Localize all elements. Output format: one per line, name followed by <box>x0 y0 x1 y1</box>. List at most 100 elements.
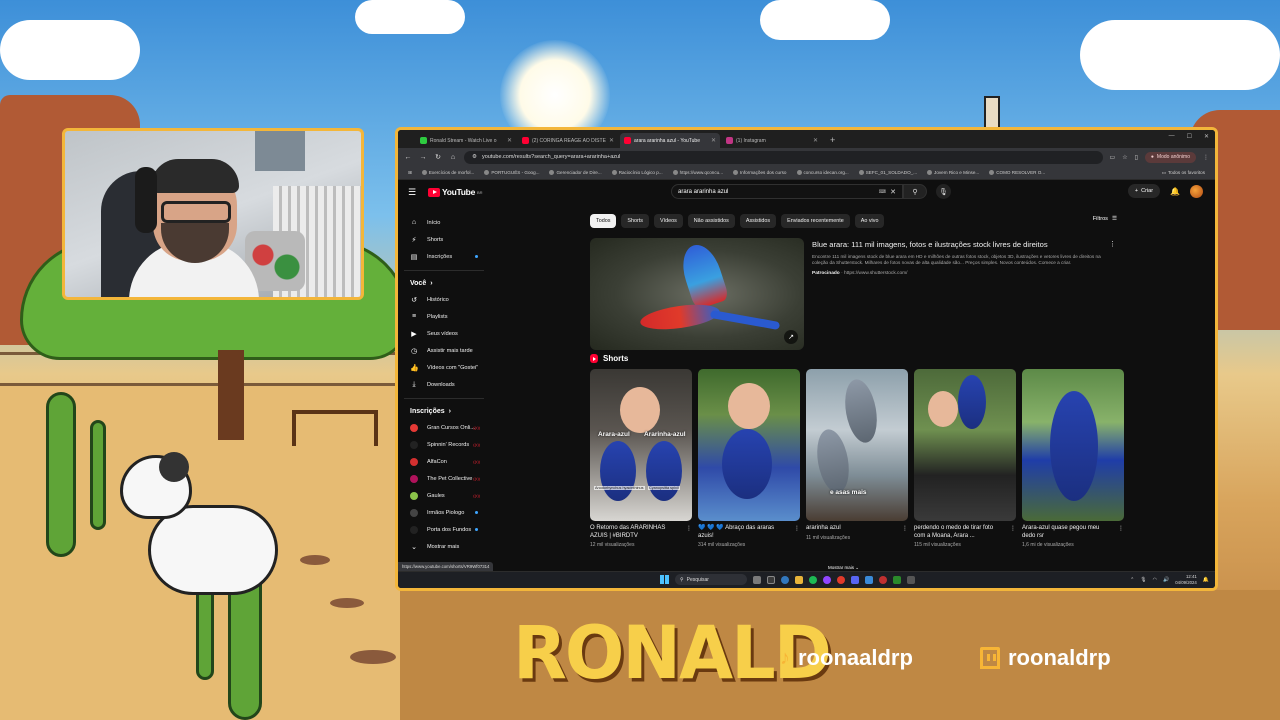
notification-bell-icon[interactable]: 🔔 <box>1203 577 1209 583</box>
sidebar-subscription[interactable]: The Pet Collective ((•)) <box>404 470 484 487</box>
short-thumbnail[interactable]: e asas mais <box>806 369 908 521</box>
discord-icon[interactable] <box>851 575 859 584</box>
browser-tab[interactable]: arara ararinha azul - YouTube ✕ <box>620 133 720 148</box>
short-thumbnail[interactable] <box>914 369 1016 521</box>
more-options-icon[interactable]: ⋮ <box>686 525 692 532</box>
sidebar-section-subscriptions[interactable]: Inscrições › <box>404 404 484 419</box>
filter-chip[interactable]: Assistidos <box>739 214 777 228</box>
new-tab-button[interactable]: + <box>824 133 841 148</box>
app-icon[interactable] <box>907 575 915 584</box>
account-avatar[interactable] <box>1190 184 1203 198</box>
browser-tab[interactable]: (1) Instagram ✕ <box>722 133 822 148</box>
bookmark-item[interactable]: concurso idecan.org... <box>796 170 849 175</box>
short-card[interactable]: perdendo o medo de tirar foto com a Moan… <box>914 369 1016 548</box>
store-icon[interactable] <box>865 575 873 584</box>
filter-chip[interactable]: Não assistidos <box>687 214 735 228</box>
back-icon[interactable]: ← <box>404 154 412 161</box>
notifications-bell-icon[interactable]: 🔔 <box>1170 187 1180 196</box>
voice-search-button[interactable]: 🎙 <box>936 184 951 199</box>
more-options-icon[interactable]: ⋮ <box>1118 525 1124 532</box>
reload-icon[interactable]: ↻ <box>434 153 442 161</box>
minimize-icon[interactable]: — <box>1169 133 1175 140</box>
more-options-icon[interactable]: ⋮ <box>902 525 908 532</box>
bookmark-item[interactable]: Informações dos curso <box>733 170 787 175</box>
microphone-icon[interactable]: 🎙 <box>1140 577 1146 583</box>
clear-icon[interactable]: ✕ <box>890 188 896 196</box>
search-input[interactable]: arara ararinha azul ⌨ ✕ <box>671 184 903 199</box>
sidebar-subscription[interactable]: Spinnin' Records ((•)) <box>404 436 484 453</box>
maximize-icon[interactable]: ☐ <box>1187 133 1192 140</box>
sidebar-item-watch-later[interactable]: ◷ Assistir mais tarde <box>404 342 484 359</box>
sidebar-subscription[interactable]: Porta dos Fundos <box>404 521 484 538</box>
short-title[interactable]: Arara-azul quase pegou meu dedo rsr <box>1022 525 1124 540</box>
sidebar-section-you[interactable]: Você › <box>404 276 484 291</box>
create-button[interactable]: + Criar <box>1127 184 1161 198</box>
ad-thumbnail[interactable]: ↗ <box>590 238 804 350</box>
tab-close-icon[interactable]: ✕ <box>813 137 818 144</box>
all-bookmarks[interactable]: ▭ Todos os favoritos <box>1162 170 1205 176</box>
chrome-icon[interactable] <box>837 575 845 584</box>
bookmark-item[interactable]: https://www.qconcu... <box>672 170 723 175</box>
filter-chip[interactable]: Ao vivo <box>854 214 885 228</box>
sidebar-item-subscriptions[interactable]: ▤ Inscrições <box>404 248 484 265</box>
short-card[interactable]: e asas mais ararinha azul 11 mil visualiza… <box>806 369 908 548</box>
short-title[interactable]: ararinha azul <box>806 525 908 533</box>
bookmark-item[interactable]: PORTUGUÊS - Goog... <box>484 170 539 175</box>
short-card[interactable]: 💙 💙 💙 Abraço das araras azuis! 314 mil vi… <box>698 369 800 548</box>
bookmark-item[interactable]: COMO RESOLVER O... <box>989 170 1045 175</box>
sidebar-show-more[interactable]: ⌄ Mostrar mais <box>404 538 484 555</box>
sidebar-item-downloads[interactable]: ⤓ Downloads <box>404 376 484 393</box>
filter-chip[interactable]: Enviados recentemente <box>781 214 850 228</box>
profile-button[interactable]: ● Modo anônimo <box>1144 151 1196 163</box>
sidebar-item-home[interactable]: ⌂ Início <box>404 214 484 231</box>
short-thumbnail[interactable] <box>1022 369 1124 521</box>
sidebar-item-liked[interactable]: 👍 Vídeos com "Gostei" <box>404 359 484 376</box>
cast-icon[interactable]: ▭ <box>1110 154 1116 161</box>
widgets-icon[interactable] <box>753 575 761 584</box>
short-card[interactable]: Arara-azul Ararinha-azul Anodorhynchus hya… <box>590 369 692 548</box>
close-icon[interactable]: ✕ <box>1204 133 1209 140</box>
apps-grid-icon[interactable]: ⊞ <box>408 170 412 176</box>
ad-title[interactable]: Blue arara: 111 mil imagens, fotos e ilu… <box>812 240 1108 250</box>
sponsored-result[interactable]: ↗ Blue arara: 111 mil imagens, fotos e i… <box>590 238 1120 350</box>
url-input[interactable]: ⚙ youtube.com/results?search_query=arara… <box>464 150 1103 164</box>
short-card[interactable]: Arara-azul quase pegou meu dedo rsr 1,6 m… <box>1022 369 1124 548</box>
open-external-icon[interactable]: ↗ <box>784 330 798 344</box>
sidebar-item-history[interactable]: ↺ Histórico <box>404 291 484 308</box>
chevron-up-icon[interactable]: ⌃ <box>1130 577 1134 583</box>
short-thumbnail[interactable]: Arara-azul Ararinha-azul Anodorhynchus hya… <box>590 369 692 521</box>
short-title[interactable]: perdendo o medo de tirar foto com a Moan… <box>914 525 1016 540</box>
browser-tab[interactable]: (2) CORINGA REAGE AO DISTE ✕ <box>518 133 618 148</box>
sidebar-subscription[interactable]: Gran Cursos Onli... ((•)) <box>404 419 484 436</box>
task-view-icon[interactable] <box>767 575 775 584</box>
more-options-icon[interactable]: ⋮ <box>1109 240 1116 248</box>
wifi-icon[interactable]: ◠ <box>1153 577 1157 583</box>
bookmark-item[interactable]: Raciocínio Lógico p... <box>611 170 663 175</box>
volume-icon[interactable]: 🔊 <box>1163 577 1169 583</box>
filter-chip[interactable]: Vídeos <box>653 214 683 228</box>
keyboard-icon[interactable]: ⌨ <box>879 189 886 195</box>
more-options-icon[interactable]: ⋮ <box>1010 525 1016 532</box>
sidebar-subscription[interactable]: Gaules ((•)) <box>404 487 484 504</box>
xbox-icon[interactable] <box>893 575 901 584</box>
opera-icon[interactable] <box>879 575 887 584</box>
sidebar-subscription[interactable]: Irmãos Piologo <box>404 504 484 521</box>
windows-start-icon[interactable] <box>660 575 669 584</box>
bookmark-item[interactable]: Jovem Rico e Minse... <box>927 170 979 175</box>
site-info-icon[interactable]: ⚙ <box>472 154 477 160</box>
taskbar-search[interactable]: ⚲ Pesquisar <box>675 574 747 585</box>
short-title[interactable]: 💙 💙 💙 Abraço das araras azuis! <box>698 525 800 540</box>
tab-close-icon[interactable]: ✕ <box>507 137 512 144</box>
browser-tab[interactable]: Ronald Stream - Watch Live o ✕ <box>416 133 516 148</box>
short-thumbnail[interactable] <box>698 369 800 521</box>
bookmark-star-icon[interactable]: ☆ <box>1122 154 1127 161</box>
filters-button[interactable]: Filtros ☰ <box>1093 216 1117 222</box>
file-explorer-icon[interactable] <box>795 575 803 584</box>
sidebar-item-playlists[interactable]: ≡ Playlists <box>404 308 484 325</box>
menu-dots-icon[interactable]: ⋮ <box>1203 154 1209 161</box>
sidebar-item-shorts[interactable]: ⚡ Shorts <box>404 231 484 248</box>
clock[interactable]: 12:41 04/09/2024 <box>1175 574 1197 585</box>
tab-close-icon[interactable]: ✕ <box>711 137 716 144</box>
bookmark-item[interactable]: Gerenciador de Dire... <box>549 170 602 175</box>
filter-chip[interactable]: Shorts <box>621 214 649 228</box>
